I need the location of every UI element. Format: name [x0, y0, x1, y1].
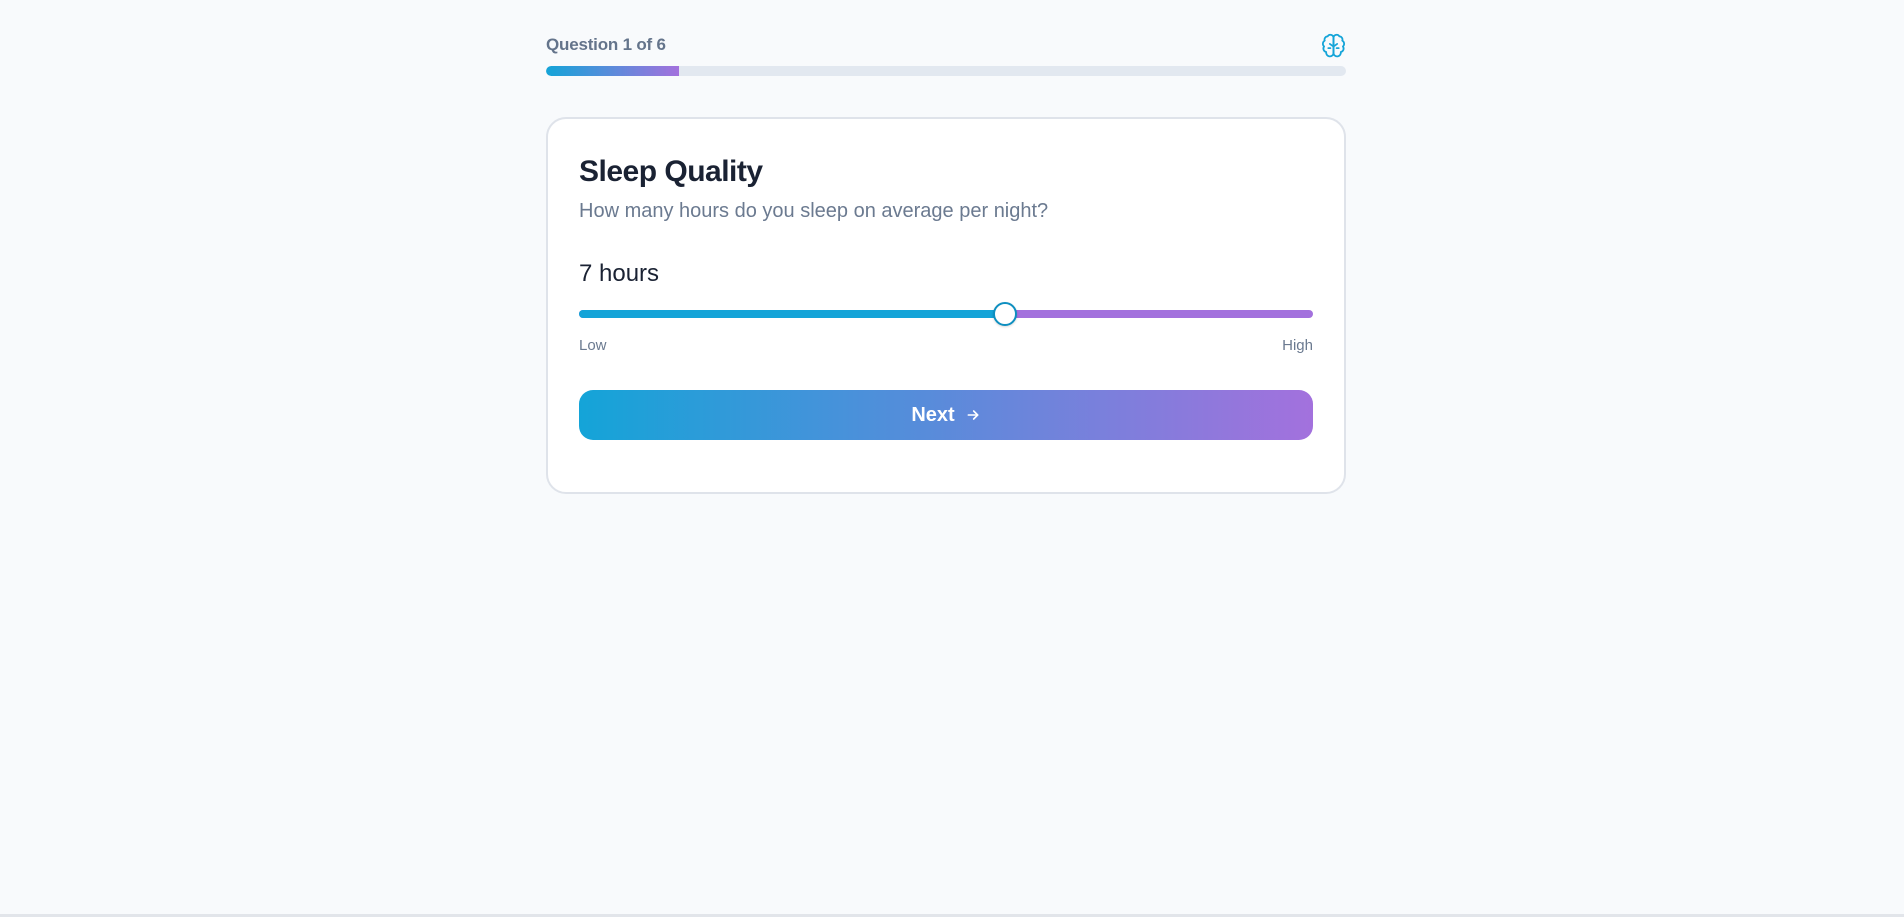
slider-track[interactable]	[579, 310, 1313, 318]
next-button[interactable]: Next	[579, 390, 1313, 440]
slider-min-label: Low	[579, 337, 607, 354]
question-text: How many hours do you sleep on average p…	[579, 200, 1049, 222]
hours-slider[interactable]	[579, 301, 1313, 327]
slider-thumb[interactable]	[992, 302, 1017, 326]
question-title: Sleep Quality	[579, 155, 763, 188]
quiz-container: Question 1 of 6 Sleep Quality How many h…	[546, 30, 1346, 494]
progress-label: Question 1 of 6	[546, 35, 666, 54]
slider-track-fill	[579, 310, 1005, 318]
arrow-right-icon	[965, 407, 981, 423]
brain-icon	[1320, 32, 1346, 58]
slider-value-label: 7 hours	[579, 260, 660, 287]
quiz-page: Question 1 of 6 Sleep Quality How many h…	[0, 0, 1904, 917]
progress-bar	[546, 66, 1346, 76]
progress-bar-fill	[546, 66, 680, 76]
question-card: Sleep Quality How many hours do you slee…	[546, 117, 1346, 494]
slider-labels: Low High	[579, 337, 1313, 354]
progress-header: Question 1 of 6	[546, 30, 1346, 60]
next-button-label: Next	[911, 403, 955, 426]
slider-max-label: High	[1282, 337, 1313, 354]
